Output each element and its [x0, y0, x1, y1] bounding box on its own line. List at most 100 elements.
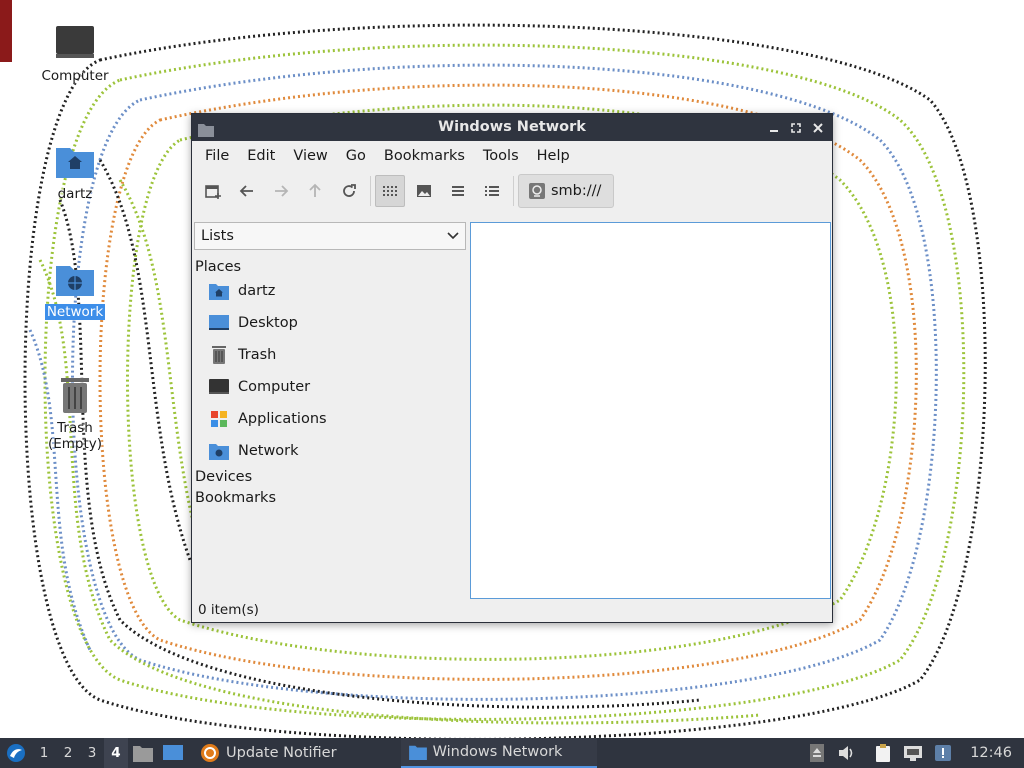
network-wired-icon — [904, 746, 923, 761]
folder-icon — [198, 120, 214, 147]
up-button[interactable] — [300, 175, 330, 207]
desktop-icon-label: dartz — [57, 186, 93, 202]
compact-view-button[interactable] — [443, 175, 473, 207]
path-button[interactable]: smb:/// — [518, 174, 615, 208]
section-places: Places — [195, 259, 242, 275]
place-item-applications[interactable]: Applications — [194, 403, 466, 435]
forward-button[interactable] — [266, 175, 296, 207]
eject-button[interactable] — [802, 738, 832, 768]
desktop-icon-label: Network — [44, 304, 106, 320]
desktop-icon — [163, 745, 183, 760]
detailed-view-button[interactable] — [477, 175, 507, 207]
folder-icon — [408, 745, 427, 760]
minimize-button[interactable] — [766, 114, 782, 141]
workspace-4[interactable]: 4 — [104, 738, 128, 768]
reload-button[interactable] — [334, 175, 364, 207]
section-bookmarks[interactable]: Bookmarks — [194, 490, 466, 506]
show-desktop-button[interactable] — [158, 738, 188, 768]
desktop-icon-label: Computer — [41, 68, 109, 84]
place-label: Network — [238, 443, 299, 459]
menu-go[interactable]: Go — [337, 141, 375, 171]
clipboard-button[interactable] — [868, 738, 898, 768]
clock[interactable]: 12:46 — [958, 745, 1024, 761]
file-list-view[interactable] — [470, 222, 831, 599]
clipboard-icon — [876, 744, 891, 762]
desktop-icon-trash[interactable]: Trash (Empty) — [30, 374, 120, 452]
update-notifier-icon — [201, 744, 219, 762]
image-icon — [417, 185, 431, 197]
file-manager-launcher[interactable] — [128, 738, 158, 768]
icon-view-button[interactable] — [375, 175, 405, 207]
place-label: Computer — [238, 379, 311, 395]
list-icon — [452, 186, 464, 196]
desktop-icon-dartz[interactable]: dartz — [30, 140, 120, 202]
lubuntu-logo-icon — [7, 744, 25, 762]
section-devices[interactable]: Devices — [194, 469, 466, 485]
toolbar: smb:/// — [192, 171, 832, 211]
path-label: smb:/// — [551, 183, 602, 199]
workspace-1[interactable]: 1 — [32, 738, 56, 768]
window-titlebar[interactable]: Windows Network — [192, 114, 832, 141]
menu-edit[interactable]: Edit — [238, 141, 284, 171]
detail-list-icon — [485, 186, 499, 196]
folder-icon — [133, 746, 153, 762]
home-folder-icon — [53, 140, 97, 184]
toolbar-separator — [370, 176, 371, 206]
task-label: Windows Network — [432, 744, 563, 760]
computer-icon — [53, 22, 97, 66]
speaker-icon — [839, 746, 853, 760]
place-item-computer[interactable]: Computer — [194, 371, 466, 403]
side-pane: Lists Places dartz Desktop Trash Compute… — [194, 222, 466, 592]
place-item-dartz[interactable]: dartz — [194, 275, 466, 307]
close-button[interactable] — [810, 114, 826, 141]
menu-help[interactable]: Help — [528, 141, 579, 171]
place-item-trash[interactable]: Trash — [194, 339, 466, 371]
start-menu-button[interactable] — [0, 738, 32, 768]
workspace-2[interactable]: 2 — [56, 738, 80, 768]
updates-tray-button[interactable] — [928, 738, 958, 768]
menu-view[interactable]: View — [284, 141, 336, 171]
task-label: Update Notifier — [226, 745, 337, 761]
applications-icon — [208, 408, 230, 430]
minimize-icon — [770, 129, 778, 132]
arrow-left-icon — [239, 185, 253, 197]
menu-bookmarks[interactable]: Bookmarks — [375, 141, 474, 171]
network-folder-icon — [53, 258, 97, 302]
taskbar: 1 2 3 4 Update Notifier Windows Network … — [0, 738, 1024, 768]
eject-icon — [810, 744, 825, 762]
close-icon — [813, 122, 823, 133]
desktop-icon-label: Trash (Empty) — [47, 420, 103, 452]
arrow-right-icon — [275, 185, 289, 197]
window-title: Windows Network — [438, 119, 586, 135]
new-tab-icon — [205, 185, 221, 199]
maximize-icon — [791, 122, 801, 133]
place-item-network[interactable]: Network — [194, 435, 466, 467]
task-update-notifier[interactable]: Update Notifier — [192, 738, 345, 768]
side-pane-mode-select[interactable]: Lists — [194, 222, 466, 250]
new-tab-button[interactable] — [198, 175, 228, 207]
volume-button[interactable] — [832, 738, 862, 768]
status-bar: 0 item(s) — [198, 602, 259, 618]
workspace-3[interactable]: 3 — [80, 738, 104, 768]
maximize-button[interactable] — [788, 114, 804, 141]
desktop-icon-network[interactable]: Network — [30, 258, 120, 320]
menu-bar: File Edit View Go Bookmarks Tools Help — [192, 141, 832, 171]
back-button[interactable] — [232, 175, 262, 207]
trash-icon — [53, 374, 97, 418]
network-drive-icon — [529, 183, 545, 199]
home-folder-icon — [208, 280, 230, 302]
system-tray: 12:46 — [802, 738, 1024, 768]
arrow-up-icon — [309, 183, 321, 197]
update-alert-icon — [935, 745, 952, 761]
network-folder-icon — [208, 440, 230, 462]
grid-icon — [383, 186, 397, 196]
place-item-desktop[interactable]: Desktop — [194, 307, 466, 339]
place-label: Desktop — [238, 315, 298, 331]
thumbnail-view-button[interactable] — [409, 175, 439, 207]
network-status-button[interactable] — [898, 738, 928, 768]
task-windows-network[interactable]: Windows Network — [400, 738, 597, 768]
menu-tools[interactable]: Tools — [474, 141, 528, 171]
file-manager-window: Windows Network File Edit View Go Bookma… — [191, 113, 833, 623]
toolbar-separator — [513, 176, 514, 206]
desktop-icon-computer[interactable]: Computer — [30, 22, 120, 84]
